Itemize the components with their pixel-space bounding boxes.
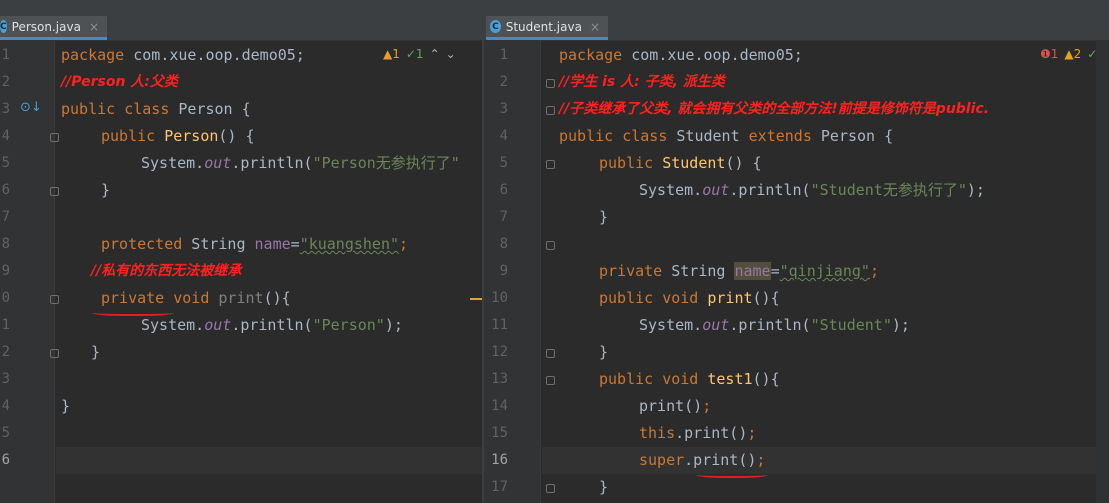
red-underline-annotation bbox=[696, 470, 768, 478]
code-line[interactable]: public Person() { bbox=[0, 123, 482, 150]
code-line[interactable]: } bbox=[484, 204, 1109, 231]
code-line[interactable]: public class Student extends Person { bbox=[484, 123, 1109, 150]
code-line[interactable]: } bbox=[484, 474, 1109, 501]
class-icon: C bbox=[0, 20, 7, 33]
close-icon[interactable]: × bbox=[89, 20, 99, 34]
line-number: 6 bbox=[1, 452, 10, 468]
current-line[interactable] bbox=[56, 447, 482, 474]
scrollbar[interactable] bbox=[1096, 40, 1109, 503]
code-line[interactable]: //子类继承了父类, 就会拥有父类的全部方法!前提是修饰符是public. bbox=[484, 96, 1109, 123]
red-underline-annotation bbox=[92, 308, 174, 316]
code-line[interactable]: System.out.println("Student"); bbox=[484, 312, 1109, 339]
code-line[interactable]: this.print(); bbox=[484, 420, 1109, 447]
code-line[interactable]: super.print(); bbox=[484, 447, 1109, 474]
editor-pane-student: C Student.java × ❶1 ▲2 ✓ 1 2 3 4 5 6 7 8… bbox=[484, 0, 1109, 503]
code-line[interactable]: } bbox=[0, 177, 482, 204]
code-line[interactable]: System.out.println("Person"); bbox=[0, 312, 482, 339]
code-line[interactable]: System.out.println("Student无参执行了"); bbox=[484, 177, 1109, 204]
line-number: 7 bbox=[1, 209, 10, 225]
editor-pane-person: C Person.java × ▲1 ✓1 ⌃ ⌄ 1 2 3 4 5 6 7 … bbox=[0, 0, 482, 503]
code-line[interactable]: protected String name="kuangshen"; bbox=[0, 231, 482, 258]
tab-person-java[interactable]: C Person.java × bbox=[0, 16, 107, 40]
code-line[interactable]: print(); bbox=[484, 393, 1109, 420]
code-line[interactable]: private String name="qinjiang"; bbox=[484, 258, 1109, 285]
code-line[interactable]: public Student() { bbox=[484, 150, 1109, 177]
code-line[interactable]: //Person 人:父类 bbox=[0, 69, 482, 96]
class-icon: C bbox=[490, 20, 501, 33]
code-line[interactable]: //学生 is 人: 子类, 派生类 bbox=[484, 69, 1109, 96]
code-line[interactable]: public class Person { bbox=[0, 96, 482, 123]
tab-label: Person.java bbox=[11, 19, 81, 34]
code-line[interactable]: public void print(){ bbox=[484, 285, 1109, 312]
code-line[interactable]: System.out.println("Person无参执行了" bbox=[0, 150, 482, 177]
close-icon[interactable]: × bbox=[590, 20, 600, 34]
code-line[interactable]: } bbox=[484, 339, 1109, 366]
tab-label: Student.java bbox=[505, 19, 582, 34]
line-number: 3 bbox=[1, 371, 10, 387]
line-number: 8 bbox=[499, 236, 508, 252]
code-line[interactable]: package com.xue.oop.demo05; bbox=[484, 42, 1109, 69]
code-line[interactable]: } bbox=[0, 339, 482, 366]
tab-bar: C Person.java × bbox=[0, 0, 482, 41]
line-number: 5 bbox=[1, 425, 10, 441]
tab-student-java[interactable]: C Student.java × bbox=[486, 16, 608, 40]
code-line[interactable]: } bbox=[0, 393, 482, 420]
tab-bar: C Student.java × bbox=[484, 0, 1109, 41]
code-line[interactable]: package com.xue.oop.demo05; bbox=[0, 42, 482, 69]
breakpoint-marker bbox=[470, 298, 482, 300]
code-line[interactable]: public void test1(){ bbox=[484, 366, 1109, 393]
code-line[interactable]: private void print(){ bbox=[0, 285, 482, 312]
fold-icon[interactable] bbox=[546, 241, 555, 250]
code-line[interactable]: //私有的东西无法被继承 bbox=[0, 258, 482, 285]
